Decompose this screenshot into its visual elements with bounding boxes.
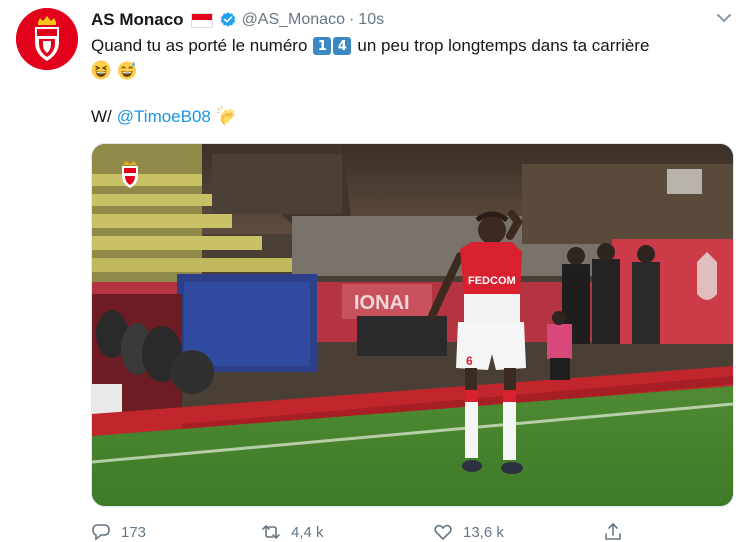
reply-count: 173 <box>121 523 147 541</box>
shorts-number-text: 6 <box>466 354 473 368</box>
mention-link[interactable]: @TimoeB08 <box>117 107 211 127</box>
retweet-button[interactable]: 4,4 k <box>261 522 324 542</box>
grinning-face-with-sweat-icon <box>118 61 136 80</box>
clapping-hands-icon <box>216 106 235 126</box>
timestamp[interactable]: 10s <box>358 11 384 29</box>
tweet-media-video[interactable]: IONAI FEDCOM 6 <box>91 143 734 507</box>
reply-button[interactable]: 173 <box>91 522 146 542</box>
verified-badge-icon <box>220 12 235 27</box>
grinning-squinting-face-icon <box>91 60 111 80</box>
like-button[interactable]: 13,6 k <box>433 522 504 542</box>
tweet-text-line-3: W/ @TimoeB08 <box>91 106 239 128</box>
like-count: 13,6 k <box>463 523 504 541</box>
separator-dot: · <box>348 11 355 28</box>
chevron-down-icon[interactable] <box>716 12 732 24</box>
as-monaco-crest-logo <box>16 8 78 70</box>
user-handle[interactable]: @AS_Monaco <box>242 11 345 29</box>
share-icon <box>605 522 621 540</box>
keycap-four-emoji: 4 <box>333 37 352 55</box>
tweet-emoji-line <box>91 60 143 80</box>
heart-icon <box>434 524 452 541</box>
tweet-text-part-1: Quand tu as porté le numéro <box>91 36 308 55</box>
tweet-text-line-1: Quand tu as porté le numéro 1 4 un peu t… <box>91 36 649 56</box>
tweet-actions-bar: 173 4,4 k 13,6 k <box>91 522 731 542</box>
tweet-header: AS Monaco @AS_Monaco · 10s <box>91 8 384 32</box>
shirt-sponsor-text: FEDCOM <box>468 275 516 287</box>
tweet-text-part-2: un peu trop longtemps dans ta carrière <box>357 36 650 55</box>
share-button[interactable] <box>603 522 623 542</box>
keycap-one-emoji: 1 <box>313 37 332 55</box>
with-prefix: W/ <box>91 107 112 126</box>
reply-icon <box>92 524 110 541</box>
profile-avatar[interactable] <box>16 8 78 70</box>
monaco-flag-icon <box>190 12 213 28</box>
banner-text: IONAI <box>354 292 410 314</box>
video-frame-image: IONAI FEDCOM 6 <box>92 144 733 506</box>
tweet: AS Monaco @AS_Monaco · 10s Quand tu as p… <box>0 0 750 541</box>
display-name[interactable]: AS Monaco <box>91 10 184 30</box>
retweet-icon <box>262 524 280 540</box>
retweet-count: 4,4 k <box>291 523 324 541</box>
